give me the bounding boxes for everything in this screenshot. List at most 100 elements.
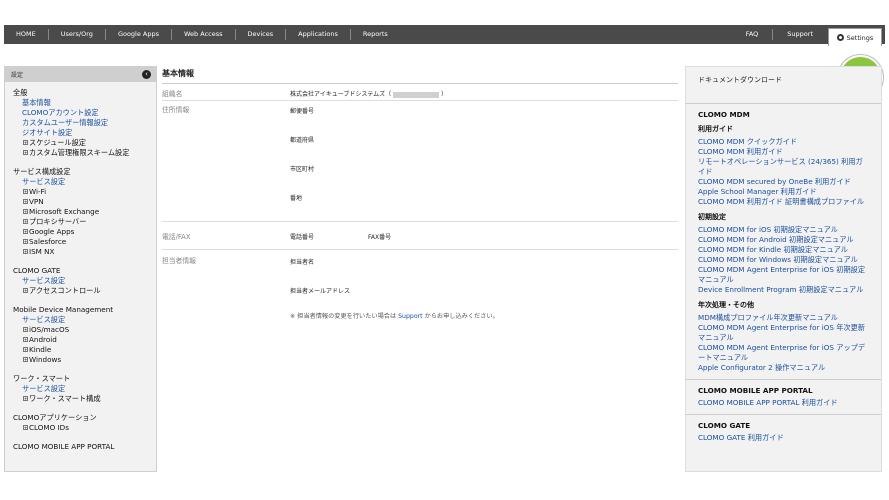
sidebar-link[interactable]: CLOMOアカウント設定 [13, 108, 148, 118]
sidebar-subitem[interactable]: + アクセスコントロール [13, 286, 148, 296]
support-link[interactable]: Support [398, 313, 422, 320]
collapse-left-icon[interactable]: ‹ [142, 70, 151, 79]
nav-item-support[interactable]: Support [773, 29, 827, 40]
sidebar-link[interactable]: サービス設定 [13, 177, 148, 187]
address-label: 住所情報 [162, 106, 190, 114]
nav-item-faq[interactable]: FAQ [732, 29, 774, 40]
prefecture-label: 都道府県 [290, 137, 315, 144]
sidebar-subitem[interactable]: + Kindle [13, 345, 148, 355]
download-link[interactable]: CLOMO MDM for iOS 初期設定マニュアル [698, 225, 869, 235]
expand-plus-icon[interactable]: + [23, 140, 28, 145]
download-subgroup-title: 初期設定 [698, 213, 726, 221]
download-link[interactable]: CLOMO MDM Agent Enterprise for iOS アップデー… [698, 343, 869, 363]
sidebar-section: CLOMOアプリケーション + CLOMO IDs [13, 413, 148, 433]
note-suffix: からお申し込みください。 [424, 313, 499, 320]
download-group-title: CLOMO MDM [698, 110, 750, 119]
street-label: 番地 [290, 195, 303, 202]
gear-icon [836, 34, 844, 41]
settings-label: Settings [846, 33, 874, 42]
sidebar-subitem-label: スケジュール設定 [29, 138, 86, 147]
download-link[interactable]: CLOMO MDM for Kindle 初期設定マニュアル [698, 245, 869, 255]
expand-plus-icon[interactable]: + [23, 239, 28, 244]
sidebar-subitem[interactable]: + ワーク・スマート構成 [13, 394, 148, 404]
sidebar-subitem[interactable]: + Salesforce [13, 237, 148, 247]
expand-plus-icon[interactable]: + [23, 219, 28, 224]
sidebar-subitem[interactable]: + CLOMO IDs [13, 423, 148, 433]
sidebar-subitem[interactable]: + プロキシサーバー [13, 217, 148, 227]
sidebar-subitem[interactable]: + Android [13, 335, 148, 345]
nav-item-applications[interactable]: Applications [286, 29, 351, 40]
sidebar-subitem[interactable]: + Wi-Fi [13, 187, 148, 197]
sidebar-subitem[interactable]: + ISM NX [13, 247, 148, 257]
sidebar-section-title: Mobile Device Management [13, 305, 114, 314]
sidebar-link[interactable]: サービス設定 [13, 315, 148, 325]
download-link[interactable]: CLOMO MDM 利用ガイド [698, 147, 869, 157]
download-link[interactable]: Apple Configurator 2 操作マニュアル [698, 363, 869, 373]
expand-plus-icon[interactable]: + [23, 189, 28, 194]
sidebar-subitem[interactable]: + iOS/macOS [13, 325, 148, 335]
sidebar-section: CLOMO GATE サービス設定 + アクセスコントロール [13, 266, 148, 296]
sidebar-subitem[interactable]: + Microsoft Exchange [13, 207, 148, 217]
expand-plus-icon[interactable]: + [23, 150, 28, 155]
expand-plus-icon[interactable]: + [23, 288, 28, 293]
download-subgroup-title: 年次処理・その他 [698, 301, 754, 309]
sidebar-section-title: サービス構成設定 [13, 167, 71, 176]
sidebar-section: サービス構成設定 サービス設定 + Wi-Fi + VPN + Microsoft Excha… [13, 167, 148, 257]
download-link[interactable]: CLOMO MOBILE APP PORTAL 利用ガイド [698, 398, 869, 408]
expand-plus-icon[interactable]: + [23, 337, 28, 342]
expand-plus-icon[interactable]: + [23, 199, 28, 204]
sidebar-subitem[interactable]: + Windows [13, 355, 148, 365]
sidebar-subitem-label: iOS/macOS [29, 325, 70, 334]
download-link[interactable]: Apple School Manager 利用ガイド [698, 187, 869, 197]
sidebar-subitem[interactable]: + カスタム管理権限スキーム設定 [13, 148, 148, 158]
download-link[interactable]: CLOMO MDM for Android 初期設定マニュアル [698, 235, 869, 245]
top-nav-bar: HOME Users/Org Google Apps Web Access Device… [4, 25, 885, 46]
expand-plus-icon[interactable]: + [23, 425, 28, 430]
sidebar-section: CLOMO MOBILE APP PORTAL [13, 442, 148, 452]
sidebar-link[interactable]: 基本情報 [13, 98, 148, 108]
sidebar-link[interactable]: サービス設定 [13, 384, 148, 394]
download-link[interactable]: リモートオペレーションサービス (24/365) 利用ガイド [698, 157, 869, 177]
download-group-title: CLOMO GATE [698, 421, 751, 430]
sidebar-subitem-label: アクセスコントロール [29, 286, 101, 295]
expand-plus-icon[interactable]: + [23, 209, 28, 214]
expand-plus-icon[interactable]: + [23, 327, 28, 332]
download-link[interactable]: CLOMO GATE 利用ガイド [698, 433, 869, 443]
downloads-list: CLOMO MDM 利用ガイド CLOMO MDM クイックガイド CLOMO MDM… [686, 103, 881, 449]
nav-item-home[interactable]: HOME [4, 29, 49, 40]
download-link[interactable]: Device Enrollment Program 初期設定マニュアル [698, 285, 869, 295]
download-link[interactable]: CLOMO MDM for Windows 初期設定マニュアル [698, 255, 869, 265]
sidebar-link[interactable]: ジオサイト設定 [13, 128, 148, 138]
nav-item-google-apps[interactable]: Google Apps [106, 29, 173, 40]
download-link[interactable]: CLOMO MDM 利用ガイド 証明書構成プロファイル [698, 197, 869, 207]
nav-item-users-org[interactable]: Users/Org [49, 29, 106, 40]
sidebar-subitem-label: CLOMO IDs [29, 423, 69, 432]
download-link[interactable]: CLOMO MDM secured by OneBe 利用ガイド [698, 177, 869, 187]
document-download-panel: ドキュメントダウンロード CLOMO MDM 利用ガイド CLOMO MDM クイッ… [685, 66, 882, 472]
settings-tab[interactable]: Settings [828, 28, 882, 46]
address-row: 住所情報 郵便番号 都道府県 市区町村 番地 [162, 101, 678, 222]
sidebar-subitem[interactable]: + Google Apps [13, 227, 148, 237]
nav-item-devices[interactable]: Devices [236, 29, 287, 40]
download-link[interactable]: CLOMO MDM Agent Enterprise for iOS 初期設定マ… [698, 265, 869, 285]
download-link[interactable]: CLOMO MDM クイックガイド [698, 137, 869, 147]
sidebar-subitem[interactable]: + スケジュール設定 [13, 138, 148, 148]
download-link[interactable]: MDM構成プロファイル年次更新マニュアル [698, 313, 869, 323]
sidebar-subitem-label: Kindle [29, 345, 52, 354]
sidebar-subitem[interactable]: + VPN [13, 197, 148, 207]
expand-plus-icon[interactable]: + [23, 249, 28, 254]
sidebar-section-title: CLOMO MOBILE APP PORTAL [13, 442, 115, 451]
sidebar-link[interactable]: カスタムユーザー情報設定 [13, 118, 148, 128]
nav-item-reports[interactable]: Reports [351, 29, 400, 40]
org-label: 組織名 [162, 90, 183, 98]
expand-plus-icon[interactable]: + [23, 229, 28, 234]
expand-plus-icon[interactable]: + [23, 396, 28, 401]
expand-plus-icon[interactable]: + [23, 347, 28, 352]
download-link[interactable]: CLOMO MDM Agent Enterprise for iOS 年次更新マ… [698, 323, 869, 343]
sidebar-section-title: ワーク・スマート [13, 374, 71, 383]
expand-plus-icon[interactable]: + [23, 357, 28, 362]
nav-item-web-access[interactable]: Web Access [172, 29, 236, 40]
nav-right-group: FAQ Support [732, 25, 827, 44]
sidebar-link[interactable]: サービス設定 [13, 276, 148, 286]
sidebar-subitem-label: Wi-Fi [29, 187, 47, 196]
